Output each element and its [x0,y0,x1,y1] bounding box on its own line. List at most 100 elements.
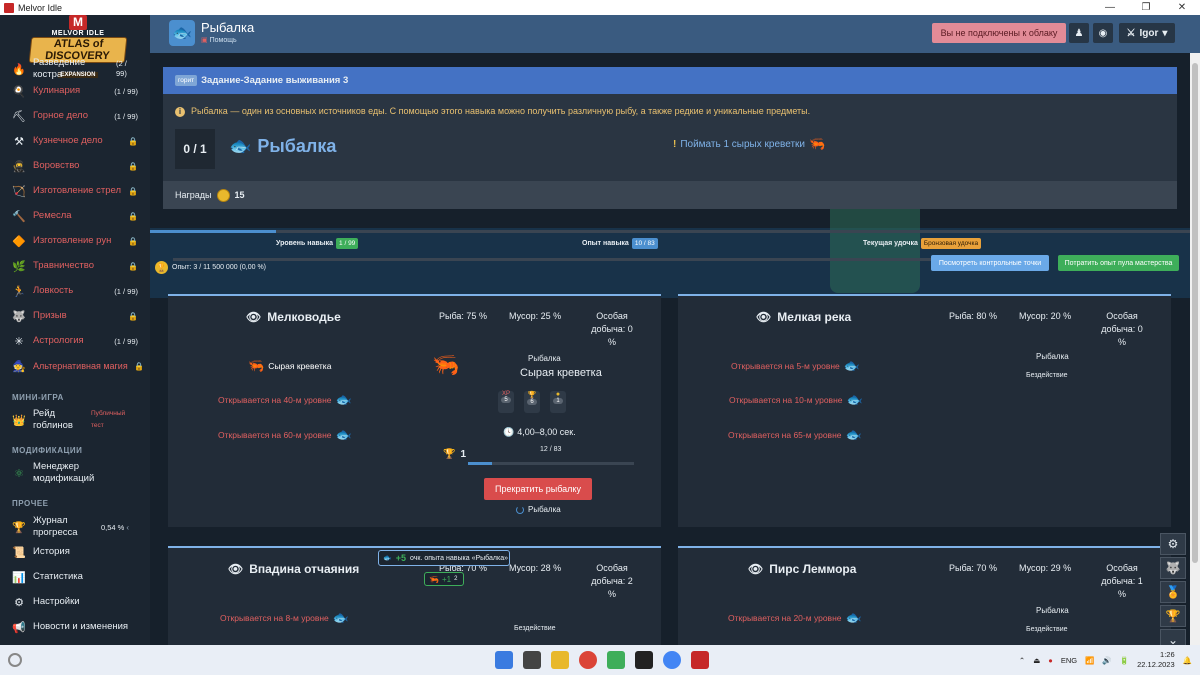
volume-icon[interactable]: 🔊 [1102,656,1111,665]
settings-float-button[interactable]: ⚙ [1160,533,1186,555]
area-title[interactable]: 👁 Мелкая река [756,310,851,324]
sidebar-item-herblore[interactable]: 🌿 Травничество 🔒 [0,255,150,277]
area-title[interactable]: 👁 Мелководье [246,310,341,324]
mastery-progress-bar [468,462,634,465]
area-title[interactable]: 👁 Пирс Леммора [748,562,856,576]
sidebar-item-crafting[interactable]: 🔨 Ремесла 🔒 [0,205,150,227]
view-checkpoints-button[interactable]: Посмотреть контрольные точки [931,255,1049,271]
item-toast-count: 2 [454,576,458,582]
chrome-icon[interactable] [579,651,597,669]
profile-button[interactable]: ◉ [1093,23,1113,43]
chrome-icon[interactable] [663,651,681,669]
sidebar-item-thieving[interactable]: 🥷 Воровство 🔒 [0,155,150,177]
eye-icon: 👁 [228,562,244,576]
sidebar-item-mod-manager[interactable]: ⚛ Менеджер модификаций [0,460,150,486]
arrows-icon: 🏹 [12,185,26,198]
sidebar-item-label: Кулинария [33,85,81,96]
sidebar-item-history[interactable]: 📜 История [0,541,150,563]
notifications-icon[interactable]: 🔔 [1183,656,1192,665]
scrollbar-thumb[interactable] [1192,63,1198,563]
fish-option-locked: Открывается на 65-м уровне 🐟 [728,427,862,443]
fish-option-locked: Открывается на 8-м уровне 🐟 [220,610,349,626]
skill-level: Уровень навыка 1 / 99 [276,238,359,249]
minimize-button[interactable]: — [1092,0,1128,15]
quest-skill-name: Рыбалка [257,136,337,156]
sidebar-item-label: Новости и изменения [33,621,129,632]
sidebar-item-alt-magic[interactable]: 🧙 Альтернативная магия 🔒 [0,355,150,377]
shrimp-icon: 🦐 [248,358,265,373]
chevron-up-icon[interactable]: ⌃ [1019,656,1025,665]
swords-icon: ⚔ [1126,27,1136,39]
maximize-button[interactable]: ❐ [1128,0,1164,15]
item-toast-value: +1 [441,574,452,584]
fish-icon: 🐟 [335,392,352,407]
sidebar-item-astrology[interactable]: ✳ Астрология (1 / 99) [0,330,150,352]
area-name: Мелководье [267,310,341,324]
gear-icon: ⚙ [14,596,24,609]
fish-option-locked: Открывается на 20-м уровне 🐟 [728,610,862,626]
battery-icon[interactable]: 🔋 [1120,656,1129,665]
windows-icon[interactable] [8,653,22,667]
sidebar-item-summoning[interactable]: 🐺 Призыв 🔒 [0,305,150,327]
sidebar-item-mining[interactable]: ⛏ Горное дело (1 / 99) [0,105,150,127]
sidebar-item-statistics[interactable]: 📊 Статистика [0,566,150,588]
fishing-area-lemvor-pier: 👁 Пирс Леммора Рыба: 70 % Мусор: 29 % Ос… [678,546,1171,645]
help-link[interactable]: ▣ Помощь [201,36,237,44]
clock[interactable]: 1:26 22.12.2023 [1137,650,1175,670]
sidebar-item-runecrafting[interactable]: 🔶 Изготовление рун 🔒 [0,230,150,252]
lock-icon: 🔒 [128,161,138,171]
stop-fishing-button[interactable]: Прекратить рыбалку [484,478,592,500]
page-title: Рыбалка [201,20,255,35]
summon-float-button[interactable]: 🐺 [1160,557,1186,579]
fishing-interval: 🕓 4,00–8,00 сек. [503,427,576,438]
sidebar-item-cooking[interactable]: 🍳 Кулинария (1 / 99) [0,80,150,102]
mastery-float-button[interactable]: 🏅 [1160,581,1186,603]
sidebar-item-label: Альтернативная магия [33,361,128,371]
close-button[interactable]: ✕ [1164,0,1200,15]
cloud-status-button[interactable]: Вы не подключены к облаку [932,23,1066,43]
selected-fish-icon: 🦐 [432,352,460,377]
app-tray-icon[interactable]: ● [1048,656,1053,665]
sidebar-item-agility[interactable]: 🏃 Ловкость (1 / 99) [0,280,150,302]
trophy-float-button[interactable]: 🏆 [1160,605,1186,627]
header-bar: 🐟 Рыбалка ▣ Помощь Вы не подключены к об… [150,15,1200,53]
fish-label: Сырая креветка [268,361,332,371]
quest-info-text: Рыбалка — один из основных источников ед… [191,106,811,116]
xp-value: 5 [501,397,511,403]
user-menu-button[interactable]: ⚔ Igor ▾ [1119,23,1175,43]
sidebar-item-goblin-raid[interactable]: 👑 Рейд гоблинов Публичный тест [0,407,150,433]
username: Igor [1139,27,1159,39]
fish-icon: 🐟 [335,427,352,442]
junk-chance: Мусор: 20 % [1019,311,1072,321]
notification-button[interactable]: ♟ [1069,23,1089,43]
sidebar-item-completion-log[interactable]: 🏆 Журнал прогресса 0,54 % ‹ [0,514,150,540]
area-title[interactable]: 👁 Впадина отчаяния [228,562,359,576]
xp-toast-value: +5 [395,553,406,563]
app-icon[interactable] [635,651,653,669]
melvor-taskbar-icon[interactable] [691,651,709,669]
anvil-icon: ⚒ [14,135,24,148]
sidebar-item-settings[interactable]: ⚙ Настройки [0,591,150,613]
wifi-icon[interactable]: 📶 [1085,656,1094,665]
fish-icon: 🐟 [383,555,392,562]
eye-icon: 👁 [748,562,764,576]
usb-icon[interactable]: ⏏ [1033,656,1040,665]
explorer-icon[interactable] [551,651,569,669]
start-icon[interactable] [495,651,513,669]
skill-xp-value: 10 / 83 [631,238,658,249]
task-view-icon[interactable] [523,651,541,669]
app-icon[interactable] [607,651,625,669]
rewards-value: 15 [234,190,245,200]
fish-option-locked: Открывается на 10-м уровне 🐟 [729,392,863,408]
sidebar-item-smithing[interactable]: ⚒ Кузнечное дело 🔒 [0,130,150,152]
mastery-value: 6 [527,399,537,405]
sidebar-item-firemaking[interactable]: 🔥 Разведение костра (2 / 99) [0,57,150,81]
sidebar-item-news[interactable]: 📢 Новости и изменения [0,616,150,638]
spend-pool-xp-button[interactable]: Потратить опыт пула мастерства [1058,255,1179,271]
fish-option-raw-shrimp[interactable]: 🦐 Сырая креветка [248,358,331,374]
sidebar-item-fletching[interactable]: 🏹 Изготовление стрел 🔒 [0,180,150,202]
quest-panel: i Рыбалка — один из основных источников е… [163,94,1177,209]
language-indicator[interactable]: ENG [1061,656,1077,665]
page-scrollbar[interactable] [1190,53,1200,645]
system-tray: ⌃ ⏏ ● ENG 📶 🔊 🔋 1:26 22.12.2023 🔔 [1019,645,1192,675]
